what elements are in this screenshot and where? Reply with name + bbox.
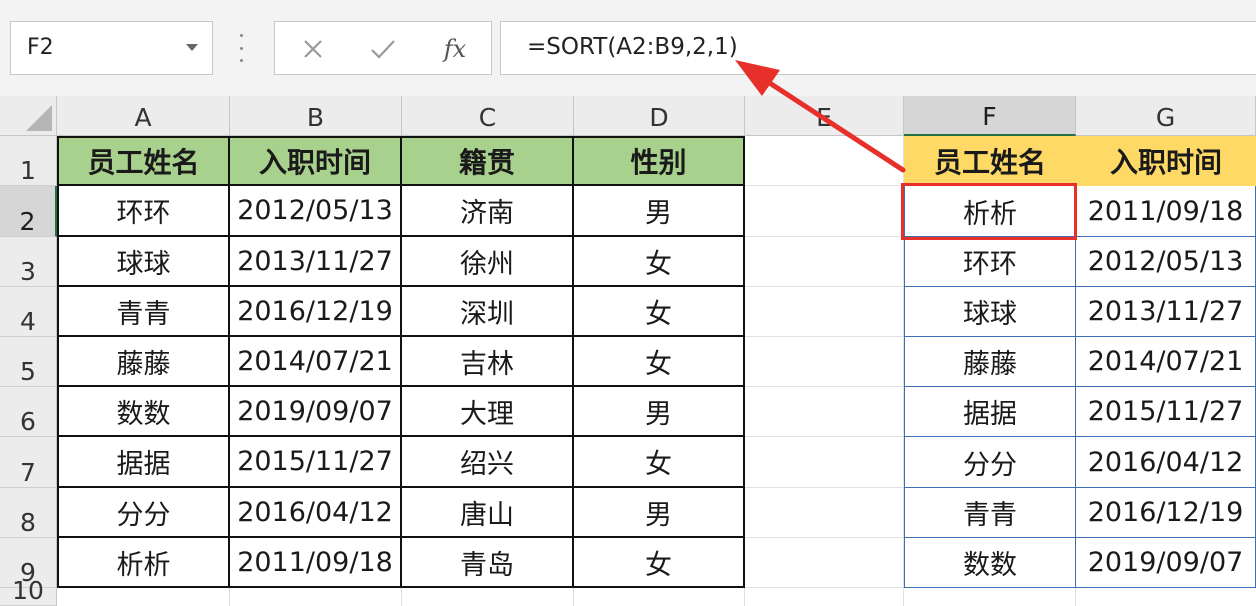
annotation-arrow-icon — [735, 60, 906, 173]
